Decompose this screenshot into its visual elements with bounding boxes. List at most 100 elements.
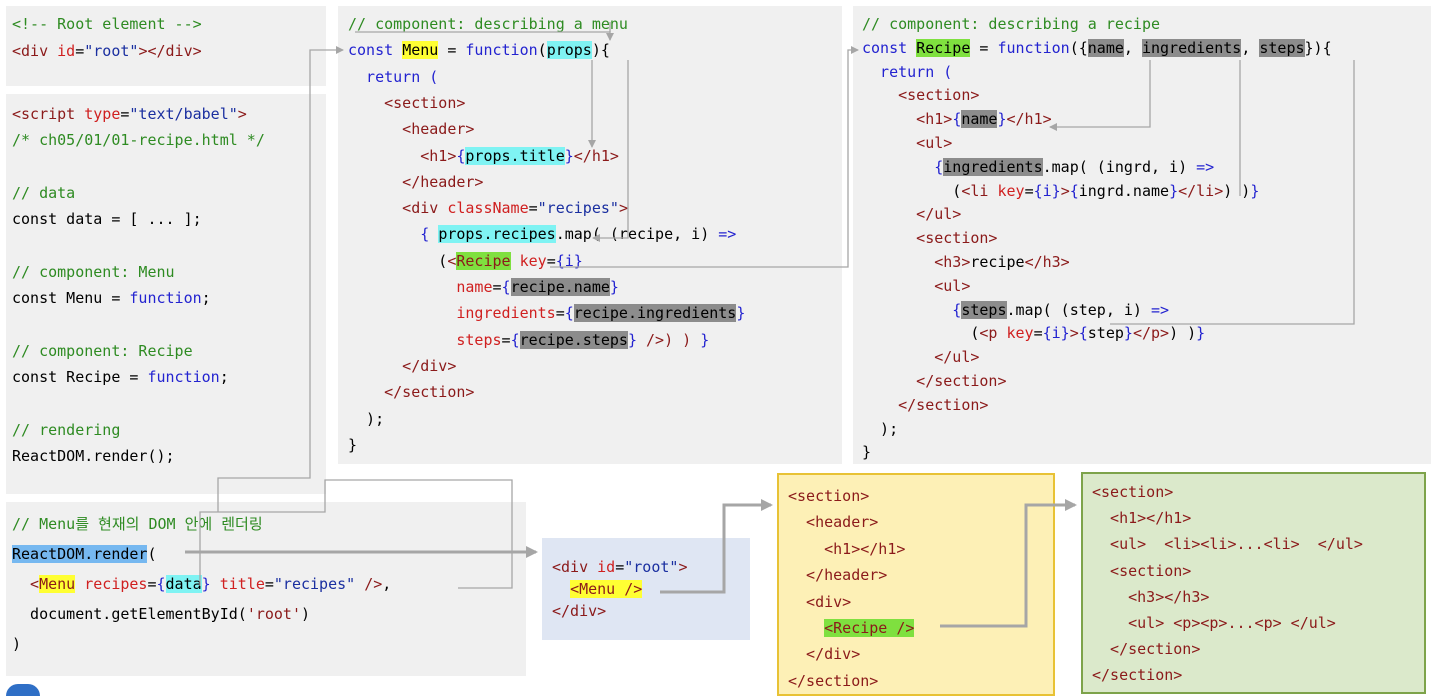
code-token: <section> xyxy=(1092,483,1174,501)
code-line: </div> xyxy=(552,601,606,621)
code-token: , xyxy=(1123,38,1142,57)
code-line: </ul> xyxy=(862,347,979,367)
code-line: steps={recipe.steps} />) ) } xyxy=(348,330,709,350)
code-token: > xyxy=(1069,324,1079,343)
code-line: // rendering xyxy=(12,420,120,440)
code-token: = xyxy=(528,199,538,218)
code-token: ingredients xyxy=(348,304,556,323)
code-token: } xyxy=(736,304,746,323)
code-line: </div> xyxy=(788,644,860,664)
code-token: key xyxy=(997,181,1025,200)
code-token: <li xyxy=(961,181,998,200)
code-token: // component: Recipe xyxy=(12,341,193,360)
code-token: <section> xyxy=(788,487,870,505)
code-token: const data = [ ... ]; xyxy=(12,210,202,229)
code-token: return ( xyxy=(862,62,953,81)
code-token: , xyxy=(382,575,392,593)
code-token: </h1> xyxy=(573,146,619,165)
code-token: ( xyxy=(537,41,547,60)
code-token: .map( (ingrd, i) xyxy=(1042,157,1197,176)
code-line: const Menu = function(props){ xyxy=(348,40,610,60)
highlighted-token: Menu xyxy=(402,41,439,60)
code-token: "root" xyxy=(84,41,139,60)
code-token: <div xyxy=(348,199,448,218)
code-token: ( xyxy=(862,324,980,343)
code-token: > xyxy=(237,105,247,123)
code-token: { xyxy=(348,225,439,244)
render-box: // Menu를 현재의 DOM 안에 렌더링 ReactDOM.render( … xyxy=(6,502,526,676)
code-token: ({ xyxy=(1069,38,1088,57)
code-token: className xyxy=(447,199,529,218)
code-token: } xyxy=(997,110,1007,129)
code-token: <div> xyxy=(788,592,852,611)
code-token: } xyxy=(1123,324,1133,343)
code-line: { props.recipes.map( (recipe, i) => xyxy=(348,224,736,244)
code-token: <script xyxy=(12,105,85,123)
code-token: "recipes" xyxy=(537,199,619,218)
code-token: { xyxy=(564,304,574,323)
code-token: <ul> <p><p>...<p> </ul> xyxy=(1092,614,1336,632)
highlighted-token: ingredients xyxy=(943,157,1043,176)
code-token: ); xyxy=(862,419,899,438)
code-line: ); xyxy=(348,409,384,429)
code-token: function xyxy=(129,289,202,308)
code-token: </li> xyxy=(1178,181,1224,200)
code-token: const xyxy=(348,41,403,60)
dom-root-box: <div id="root"> <Menu /> </div> xyxy=(542,538,750,640)
code-token: <p xyxy=(979,324,1007,343)
menu-component-box: // component: describing a menu const Men… xyxy=(338,6,842,464)
code-token: const xyxy=(862,38,917,57)
code-token: ){ xyxy=(591,41,610,60)
code-token: = xyxy=(546,251,556,270)
highlighted-token: props.recipes xyxy=(438,225,556,244)
code-token: } xyxy=(862,443,872,462)
code-line: </section> xyxy=(788,671,878,691)
code-token: => xyxy=(1196,157,1215,176)
code-line: return ( xyxy=(348,67,438,87)
code-token: > xyxy=(1060,181,1070,200)
code-token: ; xyxy=(201,289,211,308)
code-line: </div> xyxy=(348,356,456,376)
code-line: <Menu /> xyxy=(552,579,643,599)
code-line: </section> xyxy=(348,382,474,402)
code-line: <div> xyxy=(788,592,851,612)
code-token: // component: Menu xyxy=(12,262,175,281)
code-token: /* ch05/01/01-recipe.html */ xyxy=(12,131,265,150)
code-token: } xyxy=(1169,181,1179,200)
code-line: <header> xyxy=(788,512,878,532)
code-line: </ul> xyxy=(862,204,961,224)
code-line: ReactDOM.render(); xyxy=(12,446,175,466)
code-token: > xyxy=(618,199,628,218)
highlighted-token: Menu xyxy=(39,575,76,593)
code-token: <h1> xyxy=(348,146,457,165)
code-line: <h3>recipe</h3> xyxy=(862,252,1069,272)
code-token: </section> xyxy=(1092,640,1201,659)
code-line: <section> xyxy=(348,93,465,113)
code-line: // component: describing a recipe xyxy=(862,14,1160,34)
code-token: ) ) xyxy=(1223,181,1251,200)
code-line: <div id="root"></div> xyxy=(12,41,202,61)
code-line: <div id="root"> xyxy=(552,557,687,577)
code-token: id xyxy=(597,558,616,576)
code-line: (<li key={i}>{ingrd.name}</li>) )} xyxy=(862,181,1259,201)
code-token: = xyxy=(147,575,157,593)
highlighted-token: <Menu /> xyxy=(570,580,643,598)
code-line: <script type="text/babel"> xyxy=(12,104,247,124)
code-token: <ul> <li><li>...<li> </ul> xyxy=(1092,535,1363,554)
code-line: {ingredients.map( (ingrd, i) => xyxy=(862,157,1214,177)
code-token: = xyxy=(75,41,85,60)
code-token: // data xyxy=(12,183,76,202)
code-token: } xyxy=(627,330,637,349)
code-token: </header> xyxy=(788,566,888,585)
highlighted-token: recipe.name xyxy=(510,278,610,296)
highlighted-token: name xyxy=(1087,38,1124,57)
code-token: {i} xyxy=(555,251,583,270)
code-token: ) xyxy=(301,605,311,623)
code-token: </section> xyxy=(348,383,475,402)
code-line: <ul> <li><li>...<li> </ul> xyxy=(1092,534,1363,554)
code-token: document.getElementById( xyxy=(12,605,247,623)
code-line: </section> xyxy=(1092,665,1182,685)
code-token: "root" xyxy=(624,558,679,576)
code-token: </ul> xyxy=(862,205,962,224)
